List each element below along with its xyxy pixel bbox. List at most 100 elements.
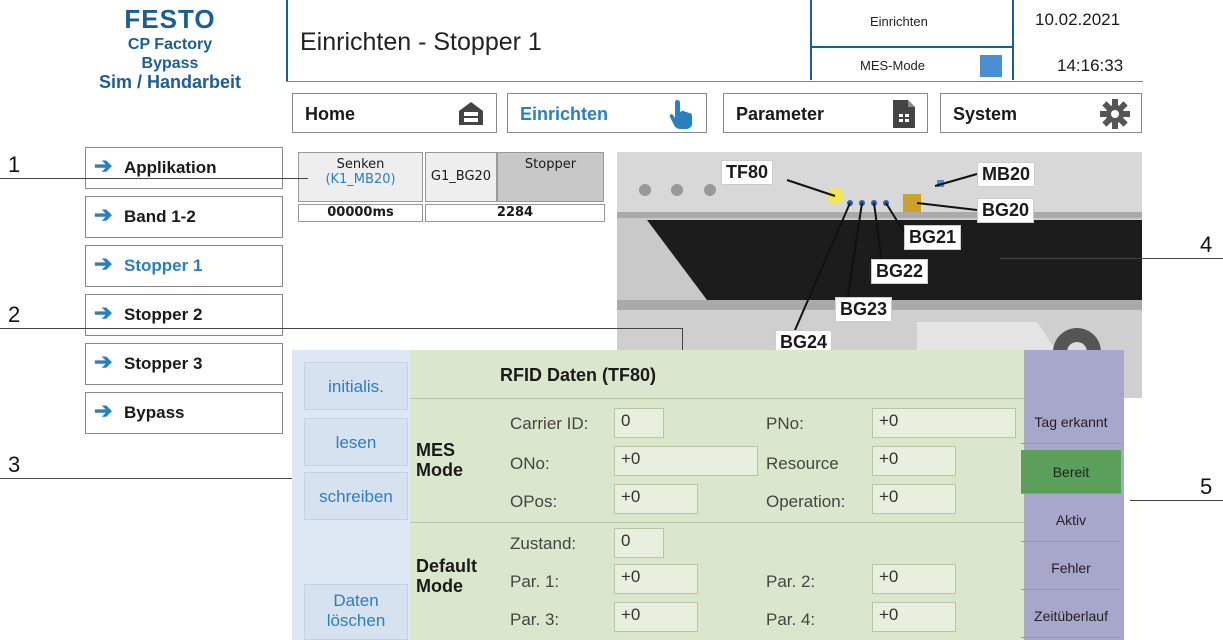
page-title: Einrichten - Stopper 1 — [300, 28, 542, 56]
callout-3-line — [0, 478, 310, 479]
sidebar-item-label: Bypass — [124, 403, 185, 422]
callout-1: 1 — [8, 152, 21, 177]
home-button[interactable]: Home — [292, 93, 497, 133]
g1-bg20-cell: G1_BG20 — [425, 152, 497, 202]
bg20-label: BG20 — [977, 198, 1035, 223]
read-button[interactable]: lesen — [304, 418, 408, 466]
zustand-label: Zustand: — [510, 534, 577, 553]
home-icon — [459, 102, 483, 125]
clear-data-button[interactable]: Daten löschen — [304, 584, 408, 640]
home-button-label: Home — [305, 104, 356, 124]
header-bottom-line — [286, 81, 1143, 82]
stopper-cell: Stopper — [497, 152, 604, 202]
callout-4: 4 — [1200, 232, 1213, 257]
arrow-right-icon: ➔ — [94, 153, 113, 178]
mb20-label: MB20 — [977, 162, 1036, 187]
clear-data-label-2: löschen — [326, 611, 386, 630]
write-button[interactable]: schreiben — [304, 472, 408, 520]
zustand-field[interactable]: 0 — [614, 528, 664, 558]
sidebar-item-band[interactable]: ➔ Band 1-2 — [85, 196, 283, 238]
mode-divider — [812, 46, 1012, 48]
sidebar-item-label: Band 1-2 — [124, 207, 196, 226]
par3-label: Par. 3: — [510, 610, 560, 629]
timer-value: 00000ms — [298, 204, 423, 222]
par3-field[interactable]: +0 — [614, 602, 698, 632]
system-button[interactable]: System — [940, 93, 1142, 133]
callout-5: 5 — [1200, 474, 1213, 499]
resource-label: Resource — [766, 454, 839, 473]
status-ready: Bereit — [1021, 450, 1121, 494]
sidebar-item-stopper-1[interactable]: ➔ Stopper 1 — [85, 245, 283, 287]
sidebar-item-label: Stopper 2 — [124, 305, 203, 324]
count-value: 2284 — [425, 204, 605, 222]
mes-mode-line-2: Mode — [416, 460, 463, 480]
einrichten-button-label: Einrichten — [520, 104, 609, 124]
mode-label: Einrichten — [870, 14, 928, 29]
par4-field[interactable]: +0 — [872, 602, 956, 632]
arrow-right-icon: ➔ — [94, 398, 113, 423]
arrow-right-icon: ➔ — [94, 349, 113, 374]
par2-label: Par. 2: — [766, 572, 816, 591]
senken-cell[interactable]: Senken (K1_MB20) — [298, 152, 423, 202]
system-button-label: System — [953, 104, 1018, 124]
sidebar-item-stopper-2[interactable]: ➔ Stopper 2 — [85, 294, 283, 336]
festo-logo: FESTO — [124, 4, 216, 34]
default-mode-line-2: Mode — [416, 576, 463, 596]
einrichten-button[interactable]: Einrichten — [507, 93, 707, 133]
arrow-right-icon: ➔ — [94, 251, 113, 276]
brand-block: FESTO CP Factory Bypass Sim / Handarbeit — [60, 4, 280, 92]
bg23-label: BG23 — [835, 297, 893, 322]
resource-field[interactable]: +0 — [872, 446, 956, 476]
mes-mode-line-1: MES — [416, 440, 456, 460]
status-active: Aktiv — [1021, 498, 1121, 542]
rfid-title: RFID Daten (TF80) — [500, 365, 657, 385]
arrow-right-icon: ➔ — [94, 202, 113, 227]
callout-3: 3 — [8, 452, 21, 477]
gear-icon — [1100, 99, 1130, 129]
opos-label: OPos: — [510, 492, 558, 511]
ono-field[interactable]: +0 — [614, 446, 758, 476]
hand-pointer-icon — [669, 100, 692, 129]
bg21-label: BG21 — [904, 225, 962, 250]
rfid-divider-mid — [410, 522, 1024, 523]
initialize-button[interactable]: initialis. — [304, 362, 408, 410]
tf80-label: TF80 — [721, 160, 774, 185]
time-display: 14:16:33 — [1057, 56, 1124, 75]
default-mode-group-label: Default Mode — [416, 556, 477, 596]
parameter-button[interactable]: Parameter — [723, 93, 928, 133]
pno-field[interactable]: +0 — [872, 408, 1016, 438]
callout-4-line — [1000, 258, 1223, 259]
par1-label: Par. 1: — [510, 572, 560, 591]
sidebar-item-label: Stopper 1 — [124, 256, 203, 275]
header-separator — [286, 0, 288, 82]
sidebar-item-stopper-3[interactable]: ➔ Stopper 3 — [85, 343, 283, 385]
sidebar-item-bypass[interactable]: ➔ Bypass — [85, 392, 283, 434]
callout-1-line — [0, 178, 308, 179]
callout-2-line — [0, 328, 682, 329]
operation-field[interactable]: +0 — [872, 484, 956, 514]
opos-field[interactable]: +0 — [614, 484, 698, 514]
status-timeout: Zeitüberlauf — [1021, 594, 1121, 638]
par2-field[interactable]: +0 — [872, 564, 956, 594]
senken-label: Senken — [336, 157, 385, 172]
brand-line-3: Sim / Handarbeit — [98, 72, 242, 92]
callout-5-line — [1130, 500, 1223, 501]
document-icon — [893, 100, 915, 128]
bg22-label: BG22 — [871, 259, 929, 284]
parameter-button-label: Parameter — [736, 104, 825, 124]
clear-data-label-1: Daten — [333, 591, 379, 610]
mes-mode-label: MES-Mode — [860, 58, 926, 73]
arrow-right-icon: ➔ — [94, 300, 113, 325]
brand-line-2: Bypass — [141, 55, 199, 72]
header-separator-3 — [1012, 0, 1014, 80]
date-display: 10.02.2021 — [1035, 10, 1121, 29]
operation-label: Operation: — [766, 492, 846, 511]
par1-field[interactable]: +0 — [614, 564, 698, 594]
carrier-id-field[interactable]: 0 — [614, 408, 664, 438]
mes-mode-indicator[interactable] — [980, 55, 1002, 77]
ono-label: ONo: — [510, 454, 550, 473]
pno-label: PNo: — [766, 414, 804, 433]
brand-line-1: CP Factory — [127, 36, 213, 53]
sidebar-item-applikation[interactable]: ➔ Applikation — [85, 147, 283, 189]
carrier-id-label: Carrier ID: — [510, 414, 589, 433]
